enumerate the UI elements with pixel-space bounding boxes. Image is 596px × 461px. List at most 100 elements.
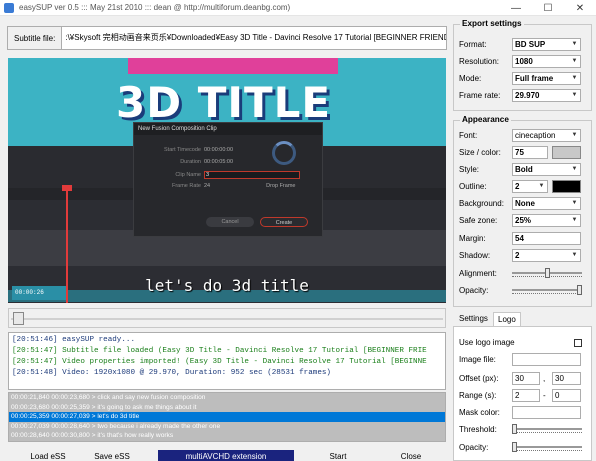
- range-end-input[interactable]: 0: [552, 389, 581, 402]
- mask-color-label: Mask color:: [459, 408, 500, 417]
- font-select[interactable]: cinecaption ▼: [512, 129, 581, 142]
- range-separator: -: [543, 391, 546, 400]
- chevron-down-icon: ▼: [571, 92, 578, 98]
- threshold-label: Threshold:: [459, 425, 497, 434]
- resolution-label: Resolution:: [459, 57, 500, 66]
- multiavchd-extension-button[interactable]: multiAVCHD extension: [158, 450, 294, 461]
- list-item[interactable]: 00:00:23,680 00:00:25,359 > it's going t…: [9, 402, 445, 413]
- log-line: [20:51:47] Video properties imported! (E…: [12, 358, 427, 366]
- save-ess-button[interactable]: Save eSS: [74, 450, 150, 461]
- outline-color-swatch[interactable]: [552, 180, 581, 193]
- subtitle-file-path[interactable]: :\¥Skysoft 完相动画音来页乐¥Downloaded¥Easy 3D T…: [61, 27, 446, 49]
- seek-bar[interactable]: [8, 308, 446, 328]
- list-item[interactable]: 00:00:28,640 00:00:30,800 > it's that's …: [9, 431, 445, 441]
- chevron-down-icon: ▼: [571, 252, 578, 258]
- threshold-slider[interactable]: [512, 424, 582, 434]
- window-title: easySUP ver 0.5 ::: May 21st 2010 ::: de…: [19, 3, 291, 12]
- log-line: [20:51:46] easySUP ready...: [12, 336, 136, 344]
- chevron-down-icon: ▼: [571, 217, 578, 223]
- offset-x-input[interactable]: 30: [512, 372, 540, 385]
- opacity-slider[interactable]: [512, 285, 582, 295]
- subtitle-list[interactable]: 00:00:21,840 00:00:23,680 > click and sa…: [8, 392, 446, 442]
- use-logo-checkbox[interactable]: [574, 339, 582, 347]
- range-start-input[interactable]: 2: [512, 389, 540, 402]
- range-label: Range (s):: [459, 391, 497, 400]
- safe-zone-label: Safe zone:: [459, 216, 498, 225]
- title-bar: easySUP ver 0.5 ::: May 21st 2010 ::: de…: [0, 0, 596, 16]
- tab-logo[interactable]: Logo: [493, 312, 521, 326]
- fusion-dialog: New Fusion Composition Clip Start Timeco…: [133, 122, 323, 237]
- frame-rate-label: Frame rate:: [459, 91, 501, 100]
- safe-zone-select[interactable]: 25% ▼: [512, 214, 581, 227]
- chevron-down-icon: ▼: [571, 41, 578, 47]
- chevron-down-icon: ▼: [571, 166, 578, 172]
- start-button[interactable]: Start: [300, 450, 376, 461]
- alignment-label: Alignment:: [459, 269, 497, 278]
- size-color-label: Size / color:: [459, 148, 501, 157]
- outline-select[interactable]: 2 ▼: [512, 180, 548, 193]
- tab-settings[interactable]: Settings: [455, 312, 492, 326]
- background-label: Background:: [459, 199, 504, 208]
- chevron-down-icon: ▼: [538, 183, 545, 189]
- font-label: Font:: [459, 131, 478, 140]
- outline-label: Outline:: [459, 182, 487, 191]
- chevron-down-icon: ▼: [571, 200, 578, 206]
- alignment-slider-thumb[interactable]: [545, 268, 550, 278]
- offset-separator: ,: [543, 374, 546, 383]
- fusion-dialog-title: New Fusion Composition Clip: [134, 123, 322, 135]
- subtitle-file-label: Subtitle file:: [14, 33, 56, 43]
- app-icon: [4, 2, 14, 13]
- format-select[interactable]: BD SUP ▼: [512, 38, 581, 51]
- margin-input[interactable]: 54: [512, 232, 581, 245]
- opacity-label: Opacity:: [459, 286, 489, 295]
- format-label: Format:: [459, 40, 487, 49]
- margin-label: Margin:: [459, 234, 486, 243]
- logo-opacity-slider-thumb[interactable]: [512, 442, 517, 452]
- mode-select[interactable]: Full frame ▼: [512, 72, 581, 85]
- close-button[interactable]: Close: [376, 450, 446, 461]
- frame-rate-select[interactable]: 29.970 ▼: [512, 89, 581, 102]
- appearance-heading: Appearance: [460, 115, 511, 124]
- log-line: [20:51:47] Subtitle file loaded (Easy 3D…: [12, 347, 427, 355]
- background-select[interactable]: None ▼: [512, 197, 581, 210]
- alignment-slider[interactable]: [512, 268, 582, 278]
- export-settings-heading: Export settings: [460, 19, 524, 28]
- log-output: [20:51:46] easySUP ready... [20:51:47] S…: [8, 332, 446, 390]
- maximize-button[interactable]: ☐: [532, 0, 564, 16]
- opacity-slider-thumb[interactable]: [577, 285, 582, 295]
- shadow-select[interactable]: 2 ▼: [512, 249, 581, 262]
- resolution-select[interactable]: 1080 ▼: [512, 55, 581, 68]
- logo-opacity-slider[interactable]: [512, 442, 582, 452]
- text-color-swatch[interactable]: [552, 146, 581, 159]
- spinner-icon: [272, 141, 296, 165]
- list-item[interactable]: 00:00:25,359 00:00:27,039 > let's do 3d …: [9, 412, 445, 422]
- subtitle-file-row: Subtitle file: :\¥Skysoft 完相动画音来页乐¥Downl…: [7, 26, 447, 50]
- log-line: [20:51:48] Video: 1920x1080 @ 29.970, Du…: [12, 369, 331, 377]
- seek-thumb[interactable]: [13, 312, 24, 325]
- offset-y-input[interactable]: 30: [552, 372, 581, 385]
- mask-color-swatch[interactable]: [512, 406, 581, 419]
- video-title-text: 3D TITLE: [116, 78, 332, 127]
- close-window-button[interactable]: ✕: [564, 0, 596, 16]
- image-file-input[interactable]: [512, 353, 581, 366]
- shadow-label: Shadow:: [459, 251, 491, 260]
- use-logo-label: Use logo image: [459, 338, 515, 347]
- list-item[interactable]: 00:00:21,840 00:00:23,680 > click and sa…: [9, 393, 445, 403]
- offset-label: Offset (px):: [459, 374, 499, 383]
- style-label: Style:: [459, 165, 480, 174]
- size-input[interactable]: 75: [512, 146, 548, 159]
- settings-tabs: Settings Logo: [453, 312, 592, 326]
- image-file-label: Image file:: [459, 355, 496, 364]
- minimize-button[interactable]: —: [500, 0, 532, 16]
- threshold-slider-thumb[interactable]: [512, 424, 517, 434]
- subtitle-overlay: let's do 3d title: [145, 276, 309, 295]
- chevron-down-icon: ▼: [571, 58, 578, 64]
- mode-label: Mode:: [459, 74, 482, 83]
- chevron-down-icon: ▼: [571, 132, 578, 138]
- chevron-down-icon: ▼: [571, 75, 578, 81]
- fusion-cancel-label: Cancel: [206, 217, 254, 227]
- fusion-create-label: Create: [260, 217, 308, 227]
- logo-opacity-label: Opacity:: [459, 443, 489, 452]
- style-select[interactable]: Bold ▼: [512, 163, 581, 176]
- list-item[interactable]: 00:00:27,039 00:00:28,640 > two because …: [9, 421, 445, 432]
